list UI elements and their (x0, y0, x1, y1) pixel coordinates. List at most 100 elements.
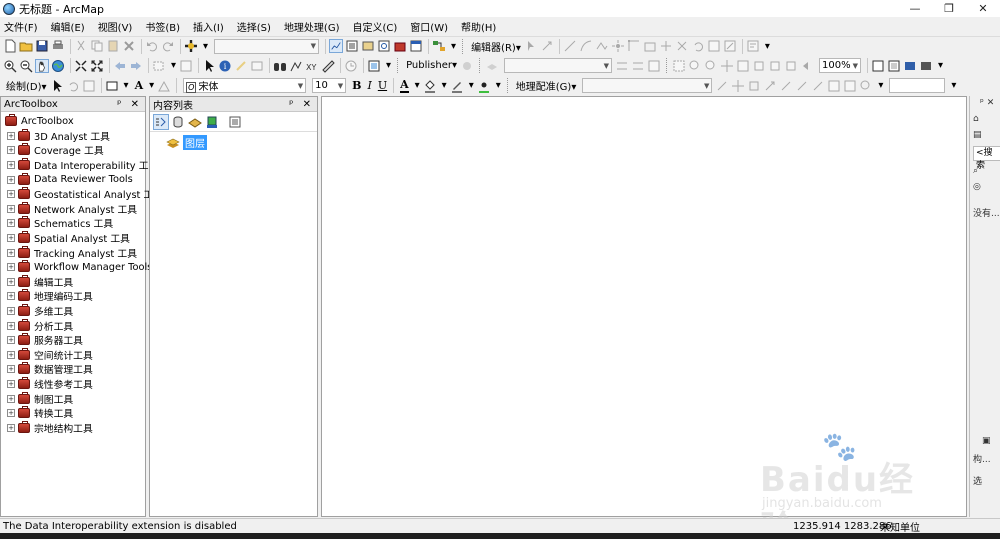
select-elements-arrow-icon[interactable] (202, 59, 216, 73)
layout-fixed-out-icon[interactable] (784, 59, 798, 73)
toolbar-grip[interactable] (506, 78, 510, 93)
georef-rotate-icon[interactable] (715, 79, 729, 93)
catalog-copy-icon[interactable]: ▤ (973, 130, 982, 140)
georef-add-points-icon[interactable] (763, 79, 777, 93)
zoom-out-icon[interactable] (19, 59, 33, 73)
table-of-contents-icon[interactable] (345, 39, 359, 53)
menu-windows[interactable]: 窗口(W) (410, 19, 448, 34)
publisher-menu-button[interactable]: Publisher▾ (406, 60, 457, 71)
edit-vertices-draw-icon[interactable] (157, 79, 171, 93)
toolbox-item[interactable]: + Tracking Analyst 工具 (5, 245, 143, 260)
go-forward-icon[interactable] (129, 59, 143, 73)
georef-table-icon[interactable] (647, 59, 661, 73)
fixed-zoom-out-icon[interactable] (90, 59, 104, 73)
underline-button[interactable]: U (378, 79, 387, 92)
toolbar-grip[interactable] (397, 58, 400, 73)
point-icon[interactable] (611, 39, 625, 53)
edit-annotation-icon[interactable] (540, 39, 554, 53)
list-by-selection-icon[interactable] (204, 114, 220, 130)
expand-plus-icon[interactable]: + (7, 379, 15, 388)
map-scale-combo[interactable]: ▼ (214, 38, 320, 54)
add-data-dropdown-icon[interactable]: ▾ (203, 41, 208, 52)
layout-zoom-combo[interactable]: 100% ▼ (819, 58, 861, 73)
menu-view[interactable]: 视图(V) (98, 19, 133, 34)
expand-plus-icon[interactable]: + (7, 190, 15, 199)
expand-plus-icon[interactable]: + (7, 146, 15, 155)
georef-table-view-icon[interactable] (843, 79, 857, 93)
layout-zoom-out-icon[interactable] (704, 59, 718, 73)
change-layout-icon[interactable] (903, 59, 917, 73)
layer-combo[interactable]: ▼ (504, 58, 612, 73)
toolbox-item[interactable]: + Data Reviewer Tools (5, 172, 143, 187)
rectangle-icon[interactable] (105, 79, 119, 93)
python-window-icon[interactable] (409, 39, 423, 53)
text-tool-button[interactable]: A (135, 79, 144, 92)
zoom-in-icon[interactable] (3, 59, 17, 73)
minimize-button[interactable]: — (898, 0, 932, 17)
georef-control-points-icon[interactable] (615, 59, 629, 73)
select-elements-icon[interactable] (50, 79, 64, 93)
expand-plus-icon[interactable]: + (7, 161, 15, 170)
redo-icon[interactable] (161, 39, 175, 53)
edit-tool-icon[interactable] (524, 39, 538, 53)
toolbox-item[interactable]: + 地理编码工具 (5, 289, 143, 304)
layout-select-icon[interactable] (672, 59, 686, 73)
fixed-zoom-in-icon[interactable] (74, 59, 88, 73)
toolbox-item[interactable]: + Workflow Manager Tools (5, 260, 152, 275)
add-data-icon[interactable] (184, 39, 198, 53)
expand-plus-icon[interactable]: + (7, 248, 15, 257)
search-options-icon[interactable]: ◎ (973, 182, 981, 192)
close-button[interactable]: ✕ (966, 0, 1000, 17)
viewer-dropdown-icon[interactable]: ▾ (386, 60, 391, 71)
expand-plus-icon[interactable]: + (7, 409, 15, 418)
sketch-properties-icon[interactable] (723, 39, 737, 53)
fill-color-bucket-icon[interactable] (423, 79, 437, 93)
straight-segment-icon[interactable] (563, 39, 577, 53)
create-features-icon[interactable] (746, 39, 760, 53)
georeferencing-menu-button[interactable]: 地理配准(G)▾ (516, 78, 577, 93)
modelbuilder-dropdown-icon[interactable]: ▾ (451, 41, 456, 52)
layout-dropdown-icon[interactable]: ▾ (938, 60, 943, 71)
split-icon[interactable] (675, 39, 689, 53)
html-popup-icon[interactable] (250, 59, 264, 73)
line-color-pen-icon[interactable] (450, 79, 464, 93)
search-box[interactable]: <搜索 (973, 146, 1000, 171)
layout-fixed-in-icon[interactable] (768, 59, 782, 73)
cut-polygons-icon[interactable] (659, 39, 673, 53)
font-name-combo[interactable]: O 宋体 ▼ (183, 78, 307, 93)
menu-bookmarks[interactable]: 书签(B) (145, 19, 180, 34)
layout-full-icon[interactable] (736, 59, 750, 73)
toolbox-item[interactable]: + 转换工具 (5, 406, 143, 421)
hyperlink-icon[interactable] (234, 59, 248, 73)
modelbuilder-icon[interactable] (432, 39, 446, 53)
expand-plus-icon[interactable]: + (7, 204, 15, 213)
toolbox-item[interactable]: + Data Interoperability 工具 (5, 158, 158, 173)
find-binoculars-icon[interactable] (273, 59, 287, 73)
identify-icon[interactable]: i (218, 59, 232, 73)
toolbox-item[interactable]: + Network Analyst 工具 (5, 201, 143, 217)
expand-plus-icon[interactable]: + (7, 175, 15, 184)
marker-color-dropdown-icon[interactable]: ▾ (496, 80, 501, 91)
go-back-icon[interactable] (113, 59, 127, 73)
rotate-icon[interactable] (691, 39, 705, 53)
toolbox-item[interactable]: + 宗地结构工具 (5, 420, 143, 435)
save-icon[interactable] (35, 39, 49, 53)
menu-customize[interactable]: 自定义(C) (353, 19, 398, 34)
toc-layers-group[interactable]: 图层 (150, 132, 317, 150)
menu-help[interactable]: 帮助(H) (461, 19, 496, 34)
undo-icon[interactable] (145, 39, 159, 53)
arctoolbox-pin-close-controls[interactable]: ᵖ ✕ (117, 99, 142, 110)
toolbar-grip[interactable] (666, 58, 669, 73)
font-size-combo[interactable]: 10 ▼ (312, 78, 347, 93)
menu-geoprocessing[interactable]: 地理处理(G) (284, 19, 340, 34)
draw-menu-button[interactable]: 绘制(D)▾ (6, 78, 47, 93)
georef-layer-combo[interactable]: ▼ (582, 78, 713, 93)
marker-color-icon[interactable] (477, 79, 491, 93)
expand-plus-icon[interactable]: + (7, 350, 15, 359)
bold-button[interactable]: B (352, 79, 361, 92)
editor-dropdown-icon[interactable]: ▾ (765, 41, 770, 52)
toolbox-item[interactable]: + 分析工具 (5, 318, 143, 333)
editor-menu-button[interactable]: 编辑器(R)▾ (471, 39, 521, 54)
georef-viewer-icon[interactable] (827, 79, 841, 93)
toolbox-item[interactable]: +3D Analyst 工具 (5, 128, 143, 144)
